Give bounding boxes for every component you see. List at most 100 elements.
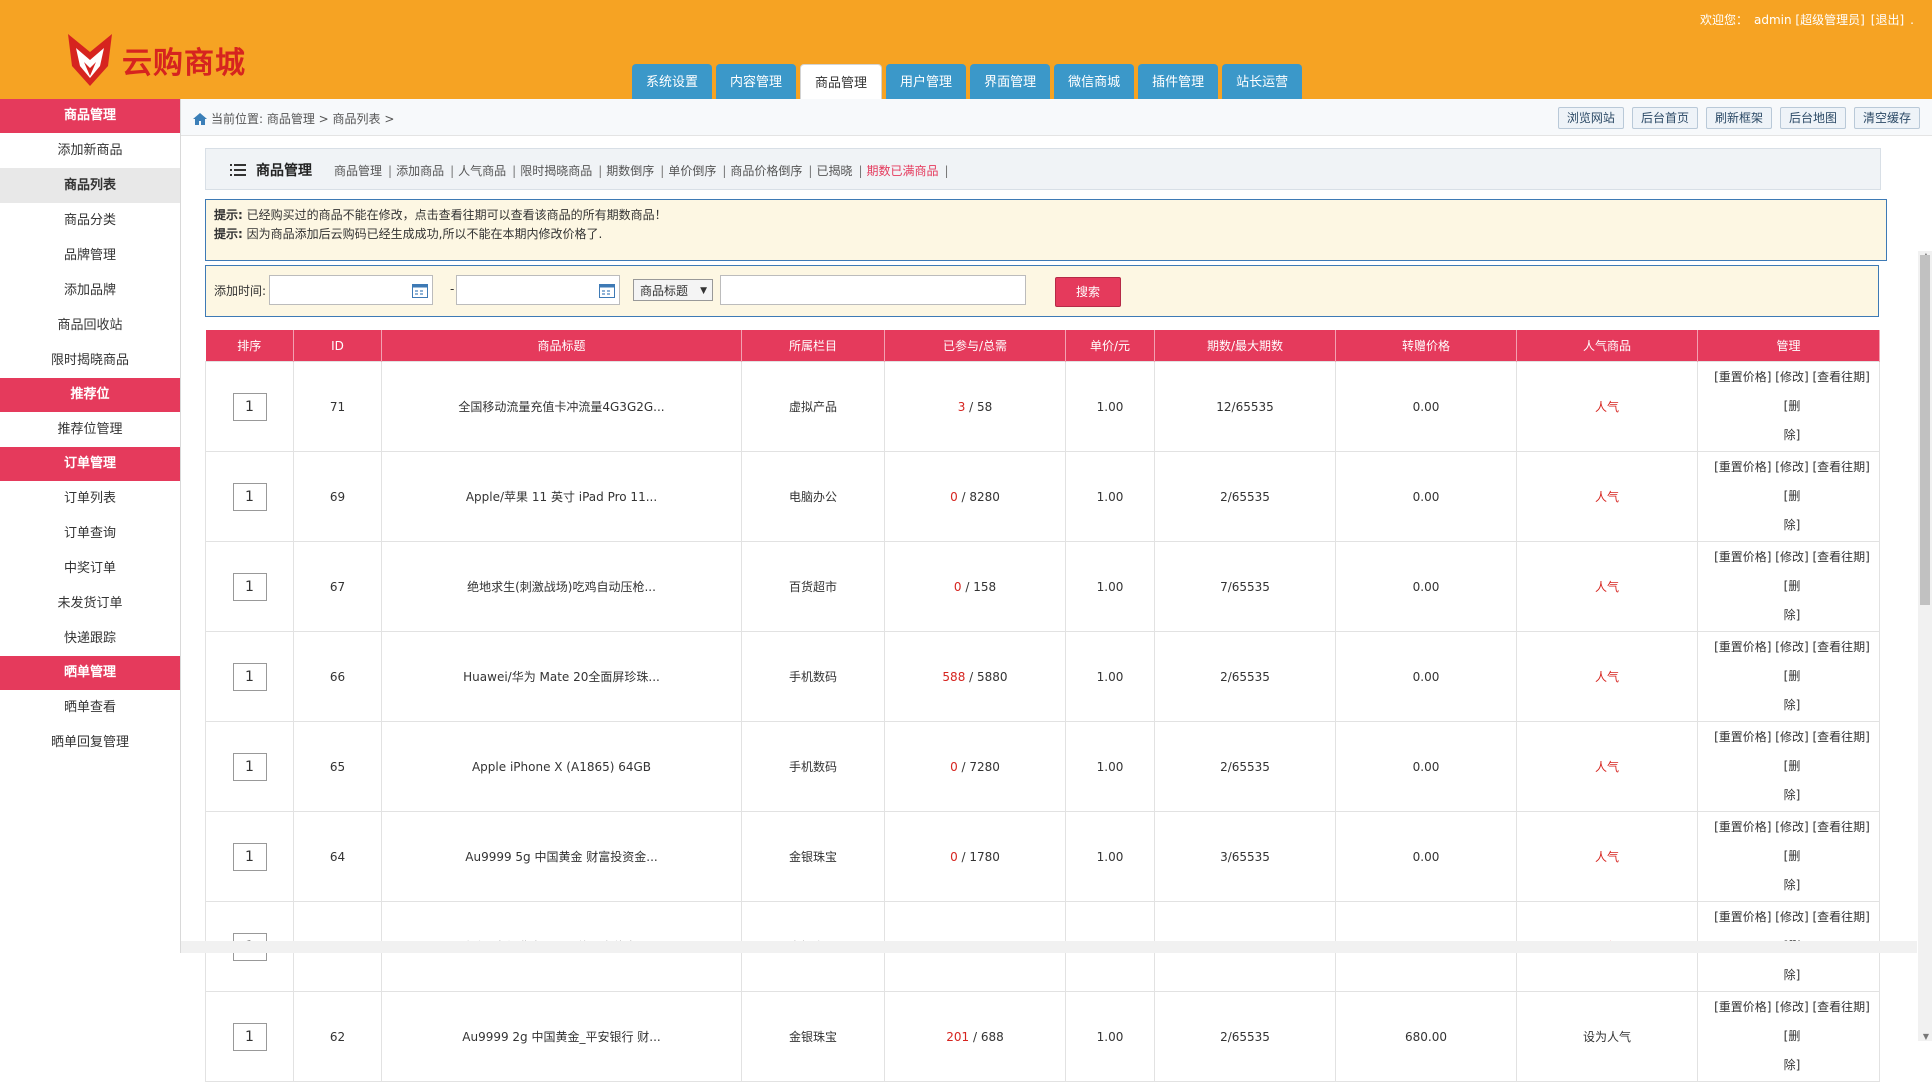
sort-input[interactable]: 1 bbox=[232, 752, 267, 781]
sort-input[interactable]: 1 bbox=[232, 1022, 267, 1051]
sort-input[interactable]: 1 bbox=[232, 392, 267, 421]
tab-site-operations[interactable]: 站长运营 bbox=[1222, 64, 1303, 99]
start-date-input[interactable] bbox=[269, 275, 433, 305]
sort-input[interactable]: 1 bbox=[232, 482, 267, 511]
logout-link[interactable]: [退出] bbox=[1871, 13, 1904, 27]
sort-input[interactable]: 1 bbox=[232, 662, 267, 691]
col-period[interactable]: 期数/最大期数 bbox=[1154, 330, 1336, 362]
actions-links[interactable]: [重置价格] [修改] [查看往期] [删 bbox=[1714, 370, 1870, 413]
sidebar-group-products[interactable]: 商品管理 bbox=[0, 99, 180, 133]
link-limited-time[interactable]: 限时揭晓商品 bbox=[520, 164, 592, 178]
actions-links-wrap[interactable]: 除] bbox=[1706, 871, 1878, 900]
col-joined-total[interactable]: 已参与/总需 bbox=[884, 330, 1066, 362]
title-cell[interactable]: Apple/苹果 11 英寸 iPad Pro 11... bbox=[381, 451, 742, 542]
tab-content-management[interactable]: 内容管理 bbox=[716, 64, 797, 99]
actions-links[interactable]: [重置价格] [修改] [查看往期] [删 bbox=[1714, 550, 1870, 593]
tab-interface-management[interactable]: 界面管理 bbox=[970, 64, 1051, 99]
admin-map-button[interactable]: 后台地图 bbox=[1779, 107, 1846, 129]
clear-cache-button[interactable]: 清空缓存 bbox=[1853, 107, 1920, 129]
popular-toggle[interactable]: 人气 bbox=[1595, 400, 1619, 414]
title-cell[interactable]: Huawei/华为 Mate 20全面屏珍珠... bbox=[381, 631, 742, 722]
title-cell[interactable]: 绝地求生(刺激战场)吃鸡自动压枪... bbox=[381, 541, 742, 632]
actions-links-wrap[interactable]: 除] bbox=[1706, 1051, 1878, 1080]
vertical-scrollbar[interactable]: ▲ ▼ bbox=[1918, 251, 1932, 1041]
tab-wechat-mall[interactable]: 微信商城 bbox=[1054, 64, 1135, 99]
popular-toggle[interactable]: 人气 bbox=[1595, 580, 1619, 594]
sidebar-item-brand-management[interactable]: 品牌管理 bbox=[0, 238, 180, 273]
actions-links[interactable]: [重置价格] [修改] [查看往期] [删 bbox=[1714, 460, 1870, 503]
actions-links-wrap[interactable]: 除] bbox=[1706, 601, 1878, 630]
title-cell[interactable]: Au9999 2g 中国黄金_平安银行 财... bbox=[381, 991, 742, 1082]
col-sort[interactable]: 排序 bbox=[205, 330, 294, 362]
sidebar-group-showcase[interactable]: 晒单管理 bbox=[0, 656, 180, 690]
col-id[interactable]: ID bbox=[293, 330, 382, 362]
sidebar-item-order-list[interactable]: 订单列表 bbox=[0, 481, 180, 516]
sidebar-item-unshipped-orders[interactable]: 未发货订单 bbox=[0, 586, 180, 621]
popular-toggle[interactable]: 人气 bbox=[1595, 850, 1619, 864]
popular-toggle[interactable]: 设为人气 bbox=[1583, 1030, 1631, 1044]
actions-links[interactable]: [重置价格] [修改] [查看往期] [删 bbox=[1714, 730, 1870, 773]
sidebar-item-showcase-reply[interactable]: 晒单回复管理 bbox=[0, 725, 180, 760]
refresh-frame-button[interactable]: 刷新框架 bbox=[1705, 107, 1772, 129]
link-add-product[interactable]: 添加商品 bbox=[396, 164, 444, 178]
sort-input[interactable]: 1 bbox=[232, 572, 267, 601]
sidebar-item-recommend-management[interactable]: 推荐位管理 bbox=[0, 412, 180, 447]
actions-links-wrap[interactable]: 除] bbox=[1706, 781, 1878, 810]
col-unit-price[interactable]: 单价/元 bbox=[1065, 330, 1155, 362]
tab-plugin-management[interactable]: 插件管理 bbox=[1138, 64, 1219, 99]
sidebar-group-orders[interactable]: 订单管理 bbox=[0, 447, 180, 481]
col-title[interactable]: 商品标题 bbox=[381, 330, 742, 362]
sidebar-group-recommend[interactable]: 推荐位 bbox=[0, 378, 180, 412]
link-product-management[interactable]: 商品管理 bbox=[334, 164, 382, 178]
tab-user-management[interactable]: 用户管理 bbox=[886, 64, 967, 99]
scrollbar-thumb[interactable] bbox=[1920, 255, 1930, 605]
col-transfer-price[interactable]: 转赠价格 bbox=[1335, 330, 1517, 362]
sidebar-item-add-brand[interactable]: 添加品牌 bbox=[0, 273, 180, 308]
actions-links-wrap[interactable]: 除] bbox=[1706, 961, 1878, 990]
link-period-desc[interactable]: 期数倒序 bbox=[606, 164, 654, 178]
popular-toggle[interactable]: 人气 bbox=[1595, 670, 1619, 684]
calendar-icon[interactable] bbox=[599, 284, 615, 298]
keyword-input[interactable] bbox=[720, 275, 1026, 305]
actions-links[interactable]: [重置价格] [修改] [查看往期] [删 bbox=[1714, 820, 1870, 863]
actions-cell: [重置价格] [修改] [查看往期] [删除] bbox=[1697, 721, 1880, 812]
col-popular[interactable]: 人气商品 bbox=[1516, 330, 1698, 362]
sidebar-item-recycle-bin[interactable]: 商品回收站 bbox=[0, 308, 180, 343]
sidebar-item-add-product[interactable]: 添加新商品 bbox=[0, 133, 180, 168]
search-field-select[interactable]: 商品标题 ▼ bbox=[633, 279, 713, 301]
tab-product-management[interactable]: 商品管理 bbox=[800, 64, 883, 99]
calendar-icon[interactable] bbox=[412, 284, 428, 298]
sidebar-item-showcase-view[interactable]: 晒单查看 bbox=[0, 690, 180, 725]
actions-links[interactable]: [重置价格] [修改] [查看往期] [删 bbox=[1714, 1000, 1870, 1043]
actions-links-wrap[interactable]: 除] bbox=[1706, 421, 1878, 450]
sidebar-item-product-category[interactable]: 商品分类 bbox=[0, 203, 180, 238]
scroll-down-icon[interactable]: ▼ bbox=[1923, 1032, 1929, 1041]
sidebar-item-express-tracking[interactable]: 快递跟踪 bbox=[0, 621, 180, 656]
horizontal-scrollbar[interactable] bbox=[181, 941, 1917, 953]
end-date-input[interactable] bbox=[456, 275, 620, 305]
actions-links-wrap[interactable]: 除] bbox=[1706, 691, 1878, 720]
actions-links[interactable]: [重置价格] [修改] [查看往期] [删 bbox=[1714, 640, 1870, 683]
sidebar-item-order-query[interactable]: 订单查询 bbox=[0, 516, 180, 551]
col-category[interactable]: 所属栏目 bbox=[741, 330, 885, 362]
search-button[interactable]: 搜索 bbox=[1055, 277, 1121, 307]
title-cell[interactable]: Apple iPhone X (A1865) 64GB bbox=[381, 721, 742, 812]
sidebar-item-product-list[interactable]: 商品列表 bbox=[0, 168, 180, 203]
browse-site-button[interactable]: 浏览网站 bbox=[1557, 107, 1624, 129]
sidebar-item-winning-orders[interactable]: 中奖订单 bbox=[0, 551, 180, 586]
link-unit-price-desc[interactable]: 单价倒序 bbox=[668, 164, 716, 178]
title-cell[interactable]: Au9999 5g 中国黄金 财富投资金... bbox=[381, 811, 742, 902]
link-popular-products[interactable]: 人气商品 bbox=[458, 164, 506, 178]
col-actions[interactable]: 管理 bbox=[1697, 330, 1880, 362]
link-full-period[interactable]: 期数已满商品 bbox=[867, 164, 939, 178]
actions-links-wrap[interactable]: 除] bbox=[1706, 511, 1878, 540]
sort-input[interactable]: 1 bbox=[232, 842, 267, 871]
link-revealed[interactable]: 已揭晓 bbox=[816, 164, 852, 178]
link-price-desc[interactable]: 商品价格倒序 bbox=[730, 164, 802, 178]
tab-system-settings[interactable]: 系统设置 bbox=[632, 64, 713, 99]
sidebar-item-limited-time[interactable]: 限时揭晓商品 bbox=[0, 343, 180, 378]
title-cell[interactable]: 全国移动流量充值卡冲流量4G3G2G... bbox=[381, 361, 742, 452]
popular-toggle[interactable]: 人气 bbox=[1595, 490, 1619, 504]
admin-home-button[interactable]: 后台首页 bbox=[1631, 107, 1698, 129]
popular-toggle[interactable]: 人气 bbox=[1595, 760, 1619, 774]
